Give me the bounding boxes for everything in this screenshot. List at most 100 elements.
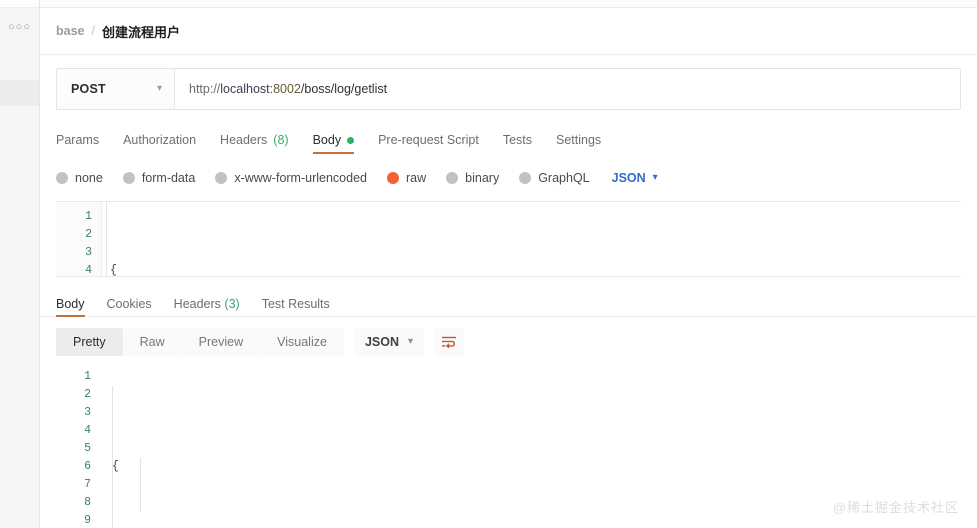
radio-icon	[122, 172, 135, 184]
request-tabs: Params Authorization Headers (8) Body Pr…	[40, 124, 977, 154]
url-host: localhost	[220, 82, 270, 96]
response-tab-cookies[interactable]: Cookies	[107, 297, 152, 317]
url-port: :8002	[269, 82, 301, 96]
tab-body-label: Body	[312, 133, 342, 147]
tab-settings[interactable]: Settings	[556, 133, 601, 154]
tab-authorization[interactable]: Authorization	[123, 133, 196, 154]
line-number: 1	[84, 370, 91, 383]
body-type-row: none form-data x-www-form-urlencoded raw…	[40, 166, 977, 190]
body-modified-dot-icon	[347, 136, 355, 144]
line-number: 3	[85, 246, 92, 259]
word-wrap-icon[interactable]	[434, 328, 465, 356]
response-editor-gutter: 1 2 3 4 5 6 7 8 9	[56, 368, 102, 528]
tab-pre-request-script-label: Pre-request Script	[378, 133, 479, 147]
url-bar: POST ▾ http://localhost:8002/boss/log/ge…	[56, 68, 961, 110]
more-horizontal-icon[interactable]: ○○○	[0, 22, 39, 33]
response-tabs: Body Cookies Headers (3) Test Results	[40, 289, 977, 317]
tab-headers[interactable]: Headers (8)	[220, 133, 289, 154]
body-type-none[interactable]: none	[56, 171, 103, 185]
chevron-down-icon: ▾	[408, 336, 414, 347]
body-type-form-data[interactable]: form-data	[122, 171, 195, 185]
body-type-raw-label: raw	[406, 171, 427, 185]
body-type-urlencoded[interactable]: x-www-form-urlencoded	[215, 171, 367, 185]
request-body-editor[interactable]: 1 2 3 4 { ···"page":10, ···"limit":1 }	[56, 201, 961, 277]
main-panel: base / 创建流程用户 POST ▾ http://localhost:80…	[40, 0, 977, 528]
view-mode-preview-label: Preview	[198, 335, 244, 349]
view-mode-raw[interactable]: Raw	[122, 328, 182, 356]
response-tab-headers-label: Headers	[173, 297, 221, 311]
response-tab-headers[interactable]: Headers (3)	[174, 297, 240, 317]
tab-params-label: Params	[56, 133, 100, 147]
response-format-label: JSON	[364, 335, 399, 349]
url-path: /boss/log/getlist	[300, 82, 388, 96]
watermark: @稀土掘金技术社区	[832, 500, 959, 515]
json-brace-open: {	[112, 460, 119, 473]
breadcrumb: base / 创建流程用户	[40, 8, 977, 55]
request-body-code[interactable]: { ···"page":10, ···"limit":1 }	[102, 202, 961, 276]
chevron-down-icon: ▾	[652, 172, 658, 183]
url-input[interactable]: http://localhost:8002/boss/log/getlist	[175, 69, 960, 109]
body-type-none-label: none	[75, 171, 103, 185]
body-type-binary-label: binary	[465, 171, 500, 185]
radio-selected-icon	[387, 172, 399, 184]
line-number: 4	[84, 424, 91, 437]
tab-params[interactable]: Params	[56, 133, 99, 154]
response-tab-body-label: Body	[56, 297, 85, 311]
view-mode-visualize[interactable]: Visualize	[260, 328, 344, 356]
tab-authorization-label: Authorization	[123, 133, 197, 147]
tab-tests-label: Tests	[502, 133, 532, 147]
line-number: 4	[85, 264, 92, 277]
url-row: POST ▾ http://localhost:8002/boss/log/ge…	[40, 55, 977, 110]
line-number: 7	[84, 478, 91, 491]
request-editor-gutter: 1 2 3 4	[56, 202, 102, 276]
body-type-graphql-label: GraphQL	[538, 171, 590, 185]
json-brace-open: {	[110, 264, 117, 277]
radio-icon	[215, 172, 228, 184]
left-rail: ○○○	[0, 0, 40, 528]
app-window: ○○○ base / 创建流程用户 POST ▾ http://localhos…	[0, 0, 977, 528]
tab-body[interactable]: Body	[312, 133, 355, 154]
url-protocol: http://	[189, 82, 221, 96]
response-tab-headers-count: (3)	[224, 297, 240, 311]
breadcrumb-separator: /	[91, 24, 95, 38]
view-mode-preview[interactable]: Preview	[181, 328, 261, 356]
line-number: 9	[84, 514, 91, 527]
view-mode-pretty[interactable]: Pretty	[56, 328, 123, 356]
radio-icon	[56, 172, 68, 184]
code-line: {	[112, 458, 977, 476]
indent-guide	[112, 386, 113, 528]
indent-guide	[140, 458, 141, 512]
radio-icon	[446, 172, 459, 184]
tab-settings-label: Settings	[556, 133, 602, 147]
line-number: 2	[84, 388, 91, 401]
breadcrumb-root[interactable]: base	[56, 24, 85, 38]
body-type-graphql[interactable]: GraphQL	[519, 171, 590, 185]
view-mode-visualize-label: Visualize	[277, 335, 327, 349]
line-number: 1	[85, 210, 92, 223]
line-number: 8	[84, 496, 91, 509]
line-number: 6	[84, 460, 91, 473]
code-line: {	[110, 262, 961, 277]
response-tab-body[interactable]: Body	[56, 297, 85, 317]
line-number: 3	[84, 406, 91, 419]
breadcrumb-current: 创建流程用户	[101, 24, 180, 40]
tab-pre-request-script[interactable]: Pre-request Script	[378, 133, 479, 154]
rail-top-strip	[0, 0, 39, 8]
indent-guide	[106, 202, 107, 276]
response-format-selector[interactable]: JSON ▾	[353, 328, 425, 356]
body-type-binary[interactable]: binary	[446, 171, 499, 185]
response-toolbar: Pretty Raw Preview Visualize JSON ▾	[40, 327, 977, 357]
response-view-modes: Pretty Raw Preview Visualize	[56, 328, 344, 356]
body-type-urlencoded-label: x-www-form-urlencoded	[234, 171, 367, 185]
tab-tests[interactable]: Tests	[503, 133, 532, 154]
raw-format-label: JSON	[611, 171, 646, 185]
radio-icon	[519, 172, 532, 184]
tab-headers-count: (8)	[273, 133, 289, 147]
body-type-raw[interactable]: raw	[387, 171, 426, 185]
word-wrap-glyph	[442, 336, 457, 349]
response-tab-test-results[interactable]: Test Results	[262, 297, 330, 317]
raw-format-selector[interactable]: JSON ▾	[612, 171, 658, 185]
response-tab-cookies-label: Cookies	[106, 297, 152, 311]
method-selector[interactable]: POST ▾	[57, 69, 175, 109]
line-number: 5	[84, 442, 91, 455]
